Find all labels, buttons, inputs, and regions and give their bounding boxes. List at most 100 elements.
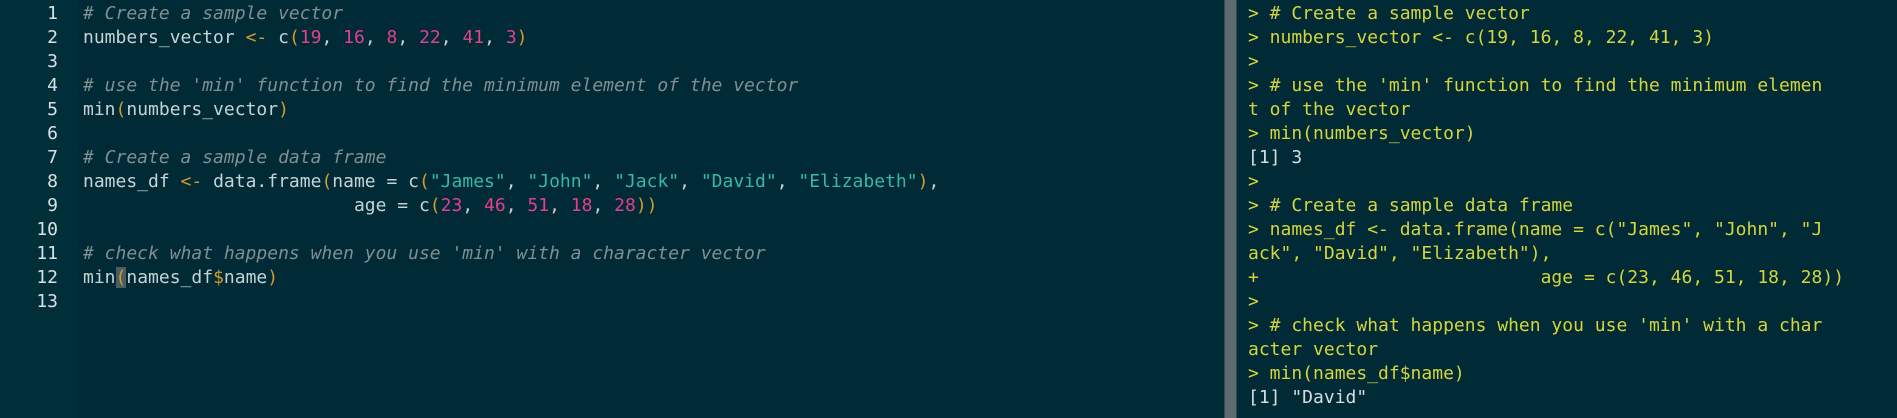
code-line[interactable]: # Create a sample data frame: [83, 146, 1224, 170]
code-function: c: [267, 27, 289, 48]
console-line: + age = c(23, 46, 51, 18, 28)): [1248, 267, 1845, 288]
console-output[interactable]: > # Create a sample vector > numbers_vec…: [1248, 2, 1897, 410]
code-paren: ): [635, 195, 647, 216]
console-line: >: [1248, 291, 1259, 312]
line-number: 4: [47, 75, 58, 96]
console-line: acter vector: [1248, 339, 1379, 360]
code-separator: ,: [679, 171, 701, 192]
line-number: 3: [47, 51, 58, 72]
code-comment: # check what happens when you use 'min' …: [83, 243, 766, 264]
line-number: 1: [47, 3, 58, 24]
console-line: > # use the 'min' function to find the m…: [1248, 75, 1823, 96]
console-line: >: [1248, 51, 1259, 72]
code-separator: ,: [776, 171, 799, 192]
line-number: 2: [47, 27, 58, 48]
line-number: 6: [47, 123, 58, 144]
console-line: > # check what happens when you use 'min…: [1248, 315, 1823, 336]
code-separator: ,: [505, 171, 528, 192]
code-separator: ,: [462, 195, 485, 216]
code-comment: # Create a sample vector: [83, 3, 344, 24]
code-separator: ,: [549, 195, 571, 216]
code-string: "James": [429, 171, 506, 192]
code-separator: ,: [592, 171, 615, 192]
line-number: 8: [47, 171, 58, 192]
code-paren: ): [278, 99, 289, 120]
console-line: ack", "David", "Elizabeth"),: [1248, 243, 1552, 264]
code-number: 46: [484, 195, 506, 216]
code-number: 18: [570, 195, 593, 216]
code-paren: ): [646, 195, 658, 216]
console-line: > min(names_df$name): [1248, 363, 1465, 384]
code-number: 8: [386, 27, 398, 48]
line-number: 12: [36, 267, 58, 288]
line-number: 5: [47, 99, 58, 120]
code-separator: ,: [397, 27, 420, 48]
code-number: 3: [505, 27, 517, 48]
code-function: min: [83, 267, 116, 288]
code-string: "Elizabeth": [798, 171, 918, 192]
code-operator: $: [213, 267, 224, 288]
code-line[interactable]: names_df <- data.frame(name = c("James",…: [83, 170, 1224, 194]
code-line[interactable]: # check what happens when you use 'min' …: [83, 242, 1224, 266]
console-line: > # Create a sample data frame: [1248, 195, 1574, 216]
code-function: min: [83, 99, 116, 120]
code-identifier: names_df: [126, 267, 214, 288]
code-separator: ,: [440, 27, 463, 48]
code-number: 41: [462, 27, 485, 48]
code-line[interactable]: [83, 122, 1224, 146]
code-parameter: name = c: [332, 171, 419, 192]
line-numbers: 1 2 3 4 5 6 7 8 9 10 11 12 13: [0, 2, 58, 314]
line-number: 11: [36, 243, 58, 264]
code-separator: ,: [321, 27, 344, 48]
code-number: 23: [440, 195, 463, 216]
code-comment: # Create a sample data frame: [83, 147, 387, 168]
code-paren: (: [321, 171, 333, 192]
console-pane[interactable]: > # Create a sample vector > numbers_vec…: [1237, 0, 1897, 418]
code-paren: ): [267, 267, 279, 288]
console-line: t of the vector: [1248, 99, 1411, 120]
pane-splitter[interactable]: [1224, 0, 1237, 418]
code-line[interactable]: # use the 'min' function to find the min…: [83, 74, 1224, 98]
code-line[interactable]: [83, 50, 1224, 74]
code-line[interactable]: # Create a sample vector: [83, 2, 1224, 26]
code-number: 19: [299, 27, 322, 48]
matched-paren-highlight: (: [115, 267, 127, 288]
code-paren: (: [419, 171, 430, 192]
code-line[interactable]: [83, 218, 1224, 242]
code-operator: <-: [180, 171, 203, 192]
console-line: > numbers_vector <- c(19, 16, 8, 22, 41,…: [1248, 27, 1714, 48]
code-line[interactable]: min(numbers_vector): [83, 98, 1224, 122]
code-string: "John": [527, 171, 593, 192]
code-separator: ,: [364, 27, 387, 48]
source-editor[interactable]: 1 2 3 4 5 6 7 8 9 10 11 12 13 # Create a…: [0, 0, 1224, 418]
line-number: 9: [47, 195, 58, 216]
code-identifier: name: [223, 267, 268, 288]
console-line: > # Create a sample vector: [1248, 3, 1530, 24]
code-paren: (: [429, 195, 441, 216]
code-line[interactable]: age = c(23, 46, 51, 18, 28)): [83, 194, 1224, 218]
console-result: [1] "David": [1248, 387, 1368, 408]
line-number: 13: [36, 291, 58, 312]
code-identifier: numbers_vector: [83, 27, 246, 48]
code-line[interactable]: min(names_df$name): [83, 266, 1224, 290]
code-paren: ): [917, 171, 929, 192]
code-string: "David": [700, 171, 777, 192]
console-line: >: [1248, 171, 1259, 192]
code-paren: (: [288, 27, 300, 48]
console-line: > names_df <- data.frame(name = c("James…: [1248, 219, 1823, 240]
code-number: 28: [614, 195, 636, 216]
code-line[interactable]: [83, 290, 1224, 314]
code-separator: ,: [484, 27, 506, 48]
code-area[interactable]: # Create a sample vector numbers_vector …: [83, 2, 1224, 314]
code-parameter: age = c: [353, 195, 430, 216]
rstudio-workspace: 1 2 3 4 5 6 7 8 9 10 11 12 13 # Create a…: [0, 0, 1897, 418]
line-number: 7: [47, 147, 58, 168]
console-result: [1] 3: [1248, 147, 1303, 168]
code-separator: ,: [928, 171, 940, 192]
code-function: data.frame: [202, 171, 322, 192]
code-string: "Jack": [614, 171, 680, 192]
code-line[interactable]: numbers_vector <- c(19, 16, 8, 22, 41, 3…: [83, 26, 1224, 50]
line-number-gutter: 1 2 3 4 5 6 7 8 9 10 11 12 13: [0, 0, 78, 418]
code-paren: (: [115, 99, 127, 120]
